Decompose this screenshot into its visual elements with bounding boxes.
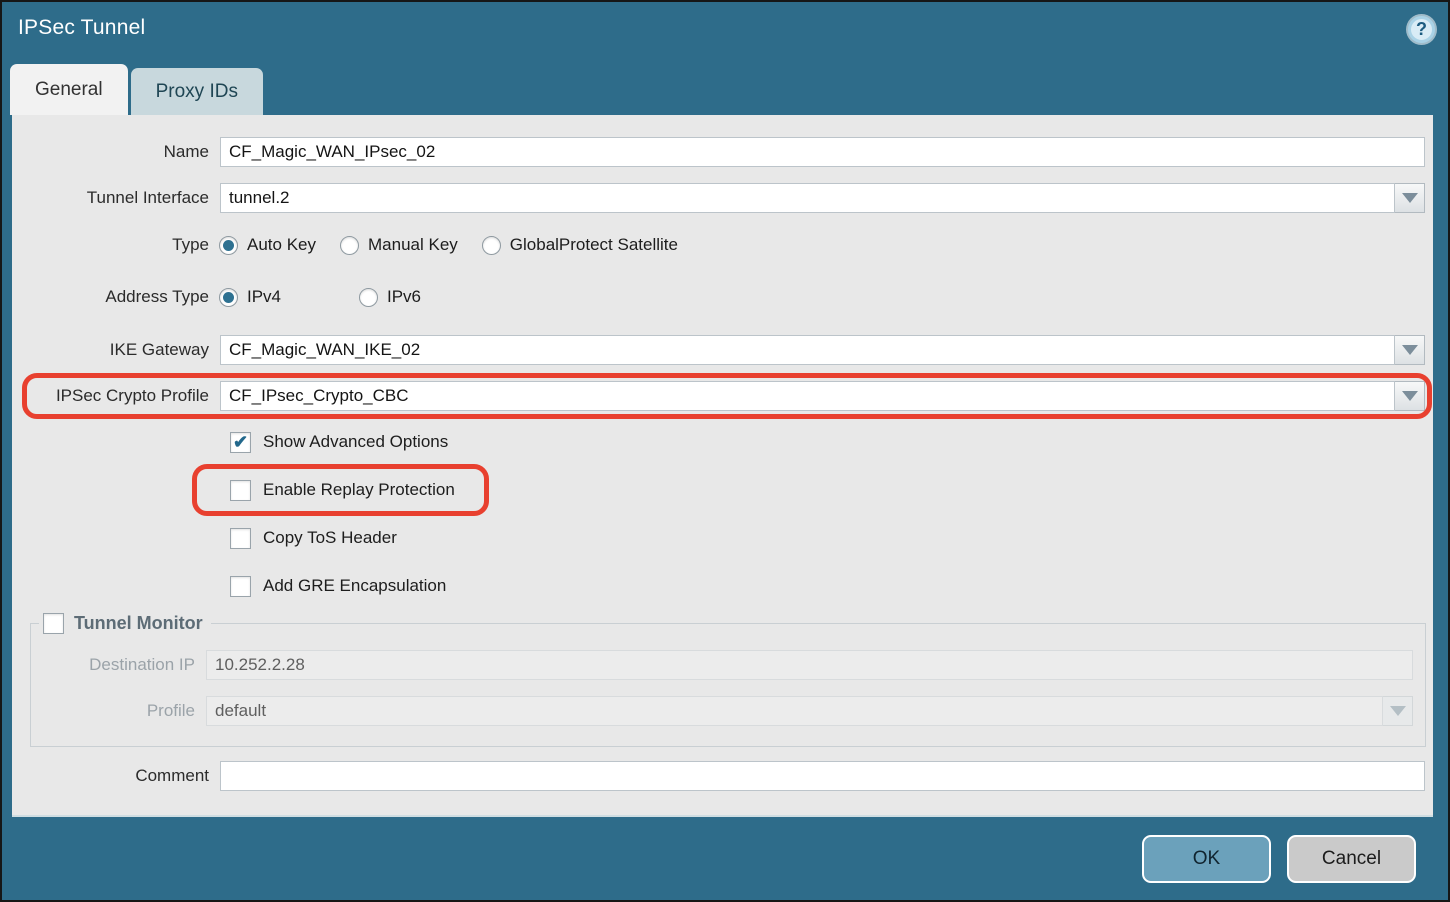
copy-tos-header-row: Copy ToS Header <box>12 527 1433 549</box>
radio-ipv4[interactable]: IPv4 <box>219 287 335 307</box>
radio-button-icon <box>482 236 501 255</box>
comment-input[interactable] <box>220 761 1425 791</box>
tab-bar: General Proxy IDs <box>10 64 1448 115</box>
radio-auto-key[interactable]: Auto Key <box>219 235 316 255</box>
dialog-title: IPSec Tunnel <box>18 16 145 40</box>
ipsec-crypto-profile-input[interactable] <box>220 381 1395 411</box>
enable-replay-protection-label: Enable Replay Protection <box>263 480 455 500</box>
monitor-profile-input <box>206 696 1383 726</box>
comment-row: Comment <box>12 761 1433 791</box>
show-advanced-options-label: Show Advanced Options <box>263 432 448 452</box>
ipsec-tunnel-dialog: IPSec Tunnel ? General Proxy IDs Name Tu… <box>0 0 1450 902</box>
destination-ip-label: Destination IP <box>31 655 206 675</box>
tunnel-monitor-checkbox[interactable] <box>43 613 64 634</box>
comment-label: Comment <box>12 766 220 786</box>
help-icon-glyph: ? <box>1416 19 1427 40</box>
radio-ipv6-label: IPv6 <box>387 287 421 307</box>
destination-ip-input <box>206 650 1413 680</box>
add-gre-encapsulation-checkbox[interactable] <box>230 576 251 597</box>
tunnel-interface-row: Tunnel Interface <box>12 183 1433 213</box>
type-label: Type <box>12 235 220 255</box>
ike-gateway-label: IKE Gateway <box>12 340 220 360</box>
tunnel-interface-label: Tunnel Interface <box>12 188 220 208</box>
radio-manual-key[interactable]: Manual Key <box>340 235 458 255</box>
radio-button-icon <box>219 236 238 255</box>
ike-gateway-input[interactable] <box>220 335 1395 365</box>
ipsec-crypto-profile-row: IPSec Crypto Profile <box>12 381 1433 411</box>
enable-replay-protection-row: Enable Replay Protection <box>12 479 1433 501</box>
chevron-down-icon <box>1402 193 1418 203</box>
address-type-row: Address Type IPv4 IPv6 <box>12 286 1433 308</box>
ipsec-crypto-profile-label: IPSec Crypto Profile <box>12 386 220 406</box>
destination-ip-row: Destination IP <box>31 650 1425 680</box>
tunnel-interface-input[interactable] <box>220 183 1395 213</box>
radio-auto-key-label: Auto Key <box>247 235 316 255</box>
tunnel-monitor-fieldset: Tunnel Monitor Destination IP Profile <box>30 613 1426 747</box>
radio-ipv6[interactable]: IPv6 <box>359 287 421 307</box>
tab-proxy-ids[interactable]: Proxy IDs <box>131 68 263 115</box>
show-advanced-options-checkbox[interactable]: ✔ <box>230 432 251 453</box>
type-row: Type Auto Key Manual Key GlobalProtect S… <box>12 234 1433 256</box>
ok-button[interactable]: OK <box>1142 835 1271 883</box>
tunnel-monitor-legend: Tunnel Monitor <box>39 613 211 634</box>
ike-gateway-dropdown-button[interactable] <box>1395 335 1425 365</box>
chevron-down-icon <box>1402 391 1418 401</box>
radio-ipv4-label: IPv4 <box>247 287 281 307</box>
chevron-down-icon <box>1402 345 1418 355</box>
monitor-profile-dropdown-button <box>1383 696 1413 726</box>
show-advanced-options-row: ✔ Show Advanced Options <box>12 431 1433 453</box>
checkmark-icon: ✔ <box>233 433 248 451</box>
cancel-button[interactable]: Cancel <box>1287 835 1416 883</box>
radio-button-icon <box>340 236 359 255</box>
add-gre-encapsulation-label: Add GRE Encapsulation <box>263 576 446 596</box>
general-tab-panel: Name Tunnel Interface Type Auto Key <box>12 115 1433 817</box>
tunnel-interface-dropdown-button[interactable] <box>1395 183 1425 213</box>
monitor-profile-row: Profile <box>31 696 1425 726</box>
ike-gateway-row: IKE Gateway <box>12 335 1433 365</box>
tab-general[interactable]: General <box>10 64 128 115</box>
ipsec-crypto-profile-dropdown-button[interactable] <box>1395 381 1425 411</box>
radio-button-icon <box>219 288 238 307</box>
radio-manual-key-label: Manual Key <box>368 235 458 255</box>
name-input[interactable] <box>220 137 1425 167</box>
monitor-profile-label: Profile <box>31 701 206 721</box>
add-gre-encapsulation-row: Add GRE Encapsulation <box>12 575 1433 597</box>
radio-button-icon <box>359 288 378 307</box>
name-row: Name <box>12 137 1433 167</box>
tunnel-monitor-label: Tunnel Monitor <box>74 613 203 634</box>
help-icon[interactable]: ? <box>1408 16 1435 43</box>
radio-globalprotect-satellite[interactable]: GlobalProtect Satellite <box>482 235 678 255</box>
titlebar: IPSec Tunnel ? <box>2 2 1448 64</box>
address-type-label: Address Type <box>12 287 220 307</box>
enable-replay-protection-checkbox[interactable] <box>230 480 251 501</box>
radio-globalprotect-satellite-label: GlobalProtect Satellite <box>510 235 678 255</box>
dialog-footer: OK Cancel <box>2 817 1448 902</box>
name-label: Name <box>12 142 220 162</box>
chevron-down-icon <box>1390 706 1406 716</box>
copy-tos-header-checkbox[interactable] <box>230 528 251 549</box>
copy-tos-header-label: Copy ToS Header <box>263 528 397 548</box>
